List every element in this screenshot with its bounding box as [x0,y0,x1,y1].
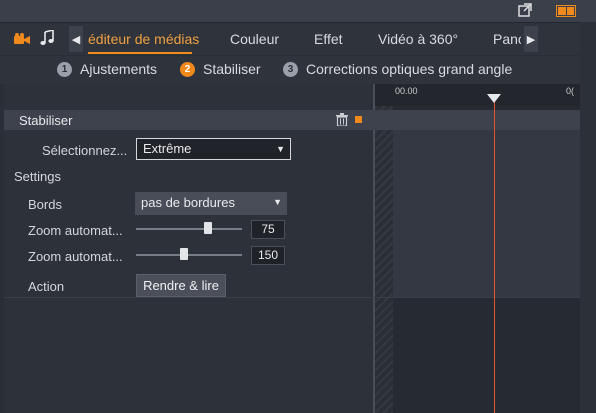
step-number: 3 [283,61,298,77]
external-window-icon[interactable] [518,3,532,17]
auto-zoom-slider-2[interactable] [136,254,242,256]
slider-handle[interactable] [204,222,213,234]
preset-select-label: Sélectionnez... [42,143,128,158]
step-adjustments[interactable]: 1 Ajustements [57,61,157,77]
auto-zoom-value-1[interactable]: 75 [251,220,285,239]
step-label: Stabiliser [203,61,261,77]
step-stabilize[interactable]: 2 Stabiliser [180,61,261,77]
step-label: Corrections optiques grand angle [306,61,513,77]
tab-color[interactable]: Couleur [230,31,279,47]
auto-zoom-slider-1[interactable] [136,228,242,230]
auto-zoom-label-2: Zoom automat... [28,249,123,264]
borders-select[interactable]: pas de bordures ▼ [135,192,287,215]
preset-select-value: Extrême [143,141,192,156]
timeline-start-time: 00.00 [395,86,418,96]
chevron-down-icon: ▼ [273,197,282,207]
tab-media-editor[interactable]: éditeur de médias [88,31,199,47]
chevron-down-icon: ▼ [276,144,285,154]
active-tab-indicator [88,52,192,54]
window-top-bar [0,0,596,23]
tab-scroll-right-icon[interactable]: ▶ [524,26,538,52]
action-label: Action [28,279,65,294]
trash-icon[interactable] [336,113,348,126]
right-gutter [580,22,596,413]
tab-scroll-left-icon[interactable]: ◀ [69,26,83,52]
step-lens-correction[interactable]: 3 Corrections optiques grand angle [283,61,512,77]
timeline-hatched-area [375,106,393,413]
timeline-track[interactable] [375,110,580,298]
playhead-handle-icon[interactable] [487,94,501,103]
music-note-icon[interactable] [40,30,54,46]
render-and-play-button[interactable]: Rendre & lire [136,274,226,297]
tab-360-video[interactable]: Vidéo à 360° [378,31,458,47]
panel-splitter[interactable] [373,84,375,413]
slider-handle[interactable] [179,248,188,260]
borders-select-value: pas de bordures [141,195,235,210]
layout-toggle-icon[interactable] [556,5,576,17]
settings-heading: Settings [14,169,61,184]
tab-panorama[interactable]: Panc [493,31,521,47]
step-bar: 1 Ajustements 2 Stabiliser 3 Corrections… [0,56,596,84]
playhead-line [494,100,495,413]
video-camera-icon[interactable] [13,32,31,46]
step-number: 1 [57,61,72,77]
editor-tab-bar: ◀ éditeur de médias Couleur Effet Vidéo … [0,23,596,55]
timeline-end-time: 0( [566,86,575,96]
keyframe-marker-icon[interactable] [355,116,362,123]
auto-zoom-value-2[interactable]: 150 [251,246,285,265]
auto-zoom-label-1: Zoom automat... [28,223,123,238]
step-number: 2 [180,61,195,77]
borders-label: Bords [28,197,62,212]
panel-title: Stabiliser [19,113,73,128]
step-label: Ajustements [80,61,158,77]
tab-effect[interactable]: Effet [314,31,343,47]
preset-select[interactable]: Extrême ▼ [136,138,291,160]
